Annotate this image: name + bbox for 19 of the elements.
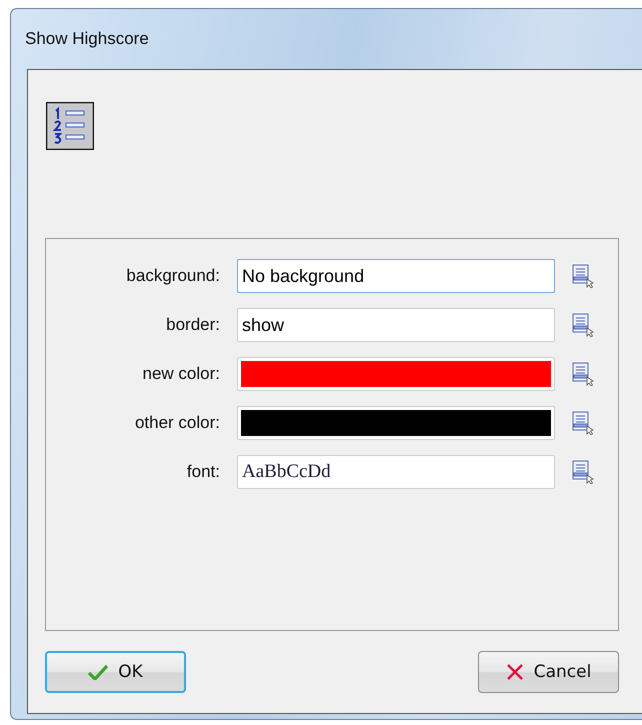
- close-icon: [506, 663, 524, 681]
- field-label: other color:: [134, 413, 221, 433]
- document-picker-icon[interactable]: [571, 362, 595, 386]
- document-picker-icon[interactable]: [571, 264, 595, 288]
- document-picker-icon[interactable]: [571, 460, 595, 484]
- document-picker-icon[interactable]: [571, 313, 595, 337]
- field-label: border:: [165, 315, 221, 335]
- field-label: background:: [125, 266, 221, 286]
- field-label: font:: [186, 462, 221, 482]
- field-label: new color:: [142, 364, 221, 384]
- document-picker-icon[interactable]: [571, 411, 595, 435]
- text-field[interactable]: No background: [237, 259, 555, 293]
- numbered-list-icon: [46, 102, 94, 150]
- ok-button[interactable]: OK: [45, 651, 186, 693]
- cancel-button[interactable]: Cancel: [478, 651, 619, 693]
- window-title: Show Highscore: [25, 29, 149, 49]
- text-field[interactable]: show: [237, 308, 555, 342]
- font-field[interactable]: AaBbCcDd: [237, 455, 555, 489]
- checkmark-icon: [88, 664, 108, 680]
